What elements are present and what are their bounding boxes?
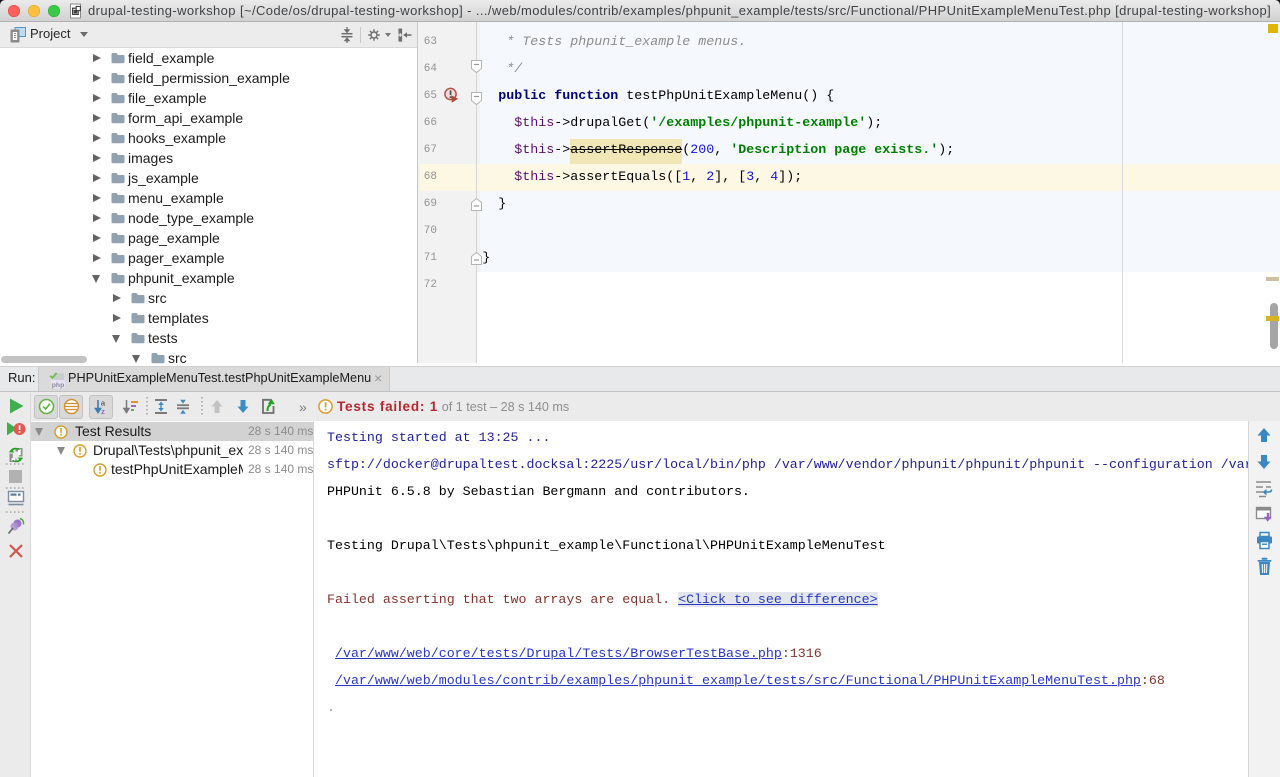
svg-text:z: z — [101, 407, 105, 415]
svg-text:php: php — [52, 382, 64, 389]
